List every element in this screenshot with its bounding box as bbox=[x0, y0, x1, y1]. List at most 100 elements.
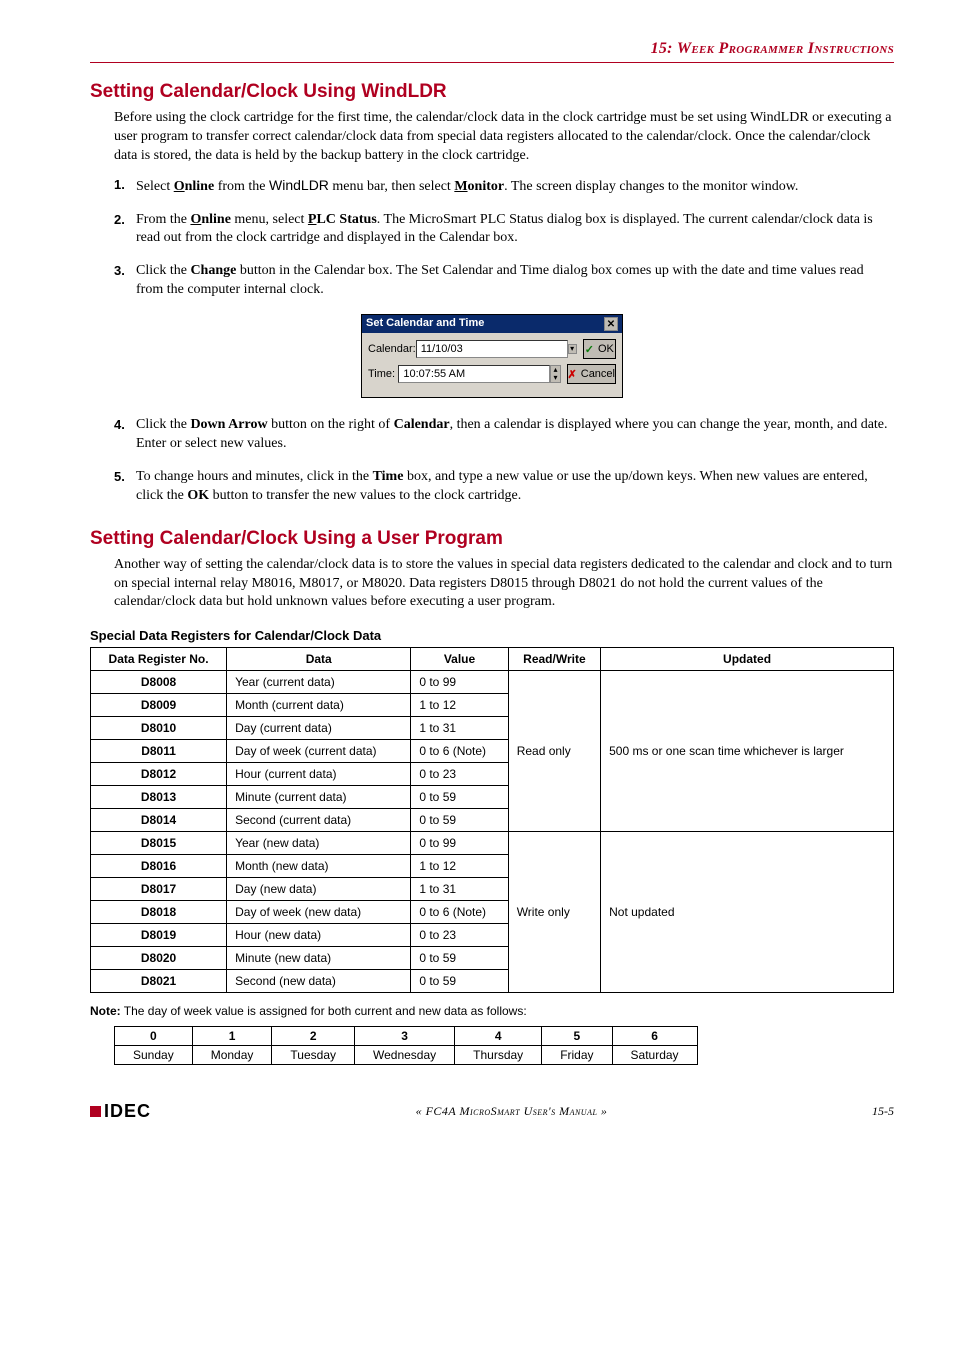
cell-value: 0 to 23 bbox=[411, 763, 508, 786]
calendar-input[interactable] bbox=[416, 340, 568, 358]
table-row: D8015 Year (new data) 0 to 99Write only … bbox=[91, 832, 894, 855]
check-icon: ✓ bbox=[585, 343, 594, 356]
cell-data: Day of week (new data) bbox=[227, 901, 411, 924]
registers-table: Data Register No. Data Value Read/Write … bbox=[90, 647, 894, 993]
cell-data: Day (current data) bbox=[227, 717, 411, 740]
dow-day: Sunday bbox=[115, 1045, 193, 1064]
page-footer: IDEC « FC4A MicroSmart User's Manual » 1… bbox=[90, 1101, 894, 1122]
dow-num: 1 bbox=[192, 1026, 272, 1045]
set-calendar-dialog: Set Calendar and Time ✕ Calendar: ▾ ✓OK … bbox=[361, 314, 623, 398]
table-row: 0123456 bbox=[115, 1026, 698, 1045]
dialog-titlebar: Set Calendar and Time ✕ bbox=[362, 315, 622, 333]
logo-square-icon bbox=[90, 1106, 101, 1117]
section1-title: Setting Calendar/Clock Using WindLDR bbox=[90, 81, 894, 103]
header-rule bbox=[90, 62, 894, 63]
dow-day: Monday bbox=[192, 1045, 272, 1064]
cell-value: 1 to 12 bbox=[411, 855, 508, 878]
cell-register: D8008 bbox=[91, 671, 227, 694]
dow-day: Thursday bbox=[455, 1045, 542, 1064]
cell-register: D8019 bbox=[91, 924, 227, 947]
cell-data: Hour (new data) bbox=[227, 924, 411, 947]
cell-data: Minute (current data) bbox=[227, 786, 411, 809]
cell-data: Hour (current data) bbox=[227, 763, 411, 786]
cell-register: D8014 bbox=[91, 809, 227, 832]
cell-data: Day of week (current data) bbox=[227, 740, 411, 763]
cell-data: Day (new data) bbox=[227, 878, 411, 901]
cell-value: 0 to 99 bbox=[411, 671, 508, 694]
cell-value: 0 to 59 bbox=[411, 786, 508, 809]
step-3: 3. Click the Change button in the Calend… bbox=[114, 262, 894, 300]
idec-logo: IDEC bbox=[90, 1101, 151, 1122]
cell-readwrite: Read only bbox=[508, 671, 600, 832]
cell-value: 1 to 12 bbox=[411, 694, 508, 717]
section2-title: Setting Calendar/Clock Using a User Prog… bbox=[90, 528, 894, 550]
note: Note: The day of week value is assigned … bbox=[90, 1003, 894, 1019]
table-row: D8008 Year (current data) 0 to 99Read on… bbox=[91, 671, 894, 694]
calendar-label: Calendar: bbox=[368, 343, 416, 355]
cell-register: D8011 bbox=[91, 740, 227, 763]
cell-register: D8015 bbox=[91, 832, 227, 855]
col-register: Data Register No. bbox=[91, 648, 227, 671]
cell-register: D8009 bbox=[91, 694, 227, 717]
cell-value: 0 to 99 bbox=[411, 832, 508, 855]
dow-day: Wednesday bbox=[355, 1045, 455, 1064]
dialog-title: Set Calendar and Time bbox=[366, 317, 484, 331]
cell-data: Year (new data) bbox=[227, 832, 411, 855]
chapter-header: 15: Week Programmer Instructions bbox=[90, 40, 894, 58]
cell-value: 0 to 59 bbox=[411, 809, 508, 832]
cell-value: 0 to 59 bbox=[411, 970, 508, 993]
cell-value: 1 to 31 bbox=[411, 717, 508, 740]
cell-data: Month (current data) bbox=[227, 694, 411, 717]
dow-num: 6 bbox=[612, 1026, 697, 1045]
step-2: 2. From the Online menu, select PLC Stat… bbox=[114, 211, 894, 249]
cell-data: Second (current data) bbox=[227, 809, 411, 832]
table-heading: Special Data Registers for Calendar/Cloc… bbox=[90, 628, 894, 643]
cell-value: 1 to 31 bbox=[411, 878, 508, 901]
cell-data: Year (current data) bbox=[227, 671, 411, 694]
calendar-dropdown[interactable]: ▾ bbox=[568, 344, 577, 354]
cell-value: 0 to 23 bbox=[411, 924, 508, 947]
cell-readwrite: Write only bbox=[508, 832, 600, 993]
time-label: Time: bbox=[368, 368, 398, 380]
dow-num: 3 bbox=[355, 1026, 455, 1045]
time-spinner[interactable]: ▴▾ bbox=[550, 365, 560, 383]
cell-value: 0 to 6 (Note) bbox=[411, 901, 508, 924]
dow-num: 2 bbox=[272, 1026, 355, 1045]
step-1: 1. Select Online from the WindLDR menu b… bbox=[114, 176, 894, 197]
dow-day: Tuesday bbox=[272, 1045, 355, 1064]
cell-register: D8010 bbox=[91, 717, 227, 740]
cell-data: Second (new data) bbox=[227, 970, 411, 993]
cell-register: D8017 bbox=[91, 878, 227, 901]
cell-updated: 500 ms or one scan time whichever is lar… bbox=[601, 671, 894, 832]
cell-data: Month (new data) bbox=[227, 855, 411, 878]
cancel-button[interactable]: ✗Cancel bbox=[567, 364, 616, 384]
cell-register: D8013 bbox=[91, 786, 227, 809]
table-header-row: Data Register No. Data Value Read/Write … bbox=[91, 648, 894, 671]
cell-value: 0 to 59 bbox=[411, 947, 508, 970]
x-icon: ✗ bbox=[568, 368, 577, 381]
cell-data: Minute (new data) bbox=[227, 947, 411, 970]
cell-register: D8016 bbox=[91, 855, 227, 878]
time-input[interactable] bbox=[398, 365, 550, 383]
cell-register: D8020 bbox=[91, 947, 227, 970]
ok-button[interactable]: ✓OK bbox=[583, 339, 616, 359]
col-data: Data bbox=[227, 648, 411, 671]
cell-register: D8012 bbox=[91, 763, 227, 786]
cell-register: D8021 bbox=[91, 970, 227, 993]
close-icon[interactable]: ✕ bbox=[604, 317, 618, 331]
col-updated: Updated bbox=[601, 648, 894, 671]
step-5: 5. To change hours and minutes, click in… bbox=[114, 468, 894, 506]
table-row: SundayMondayTuesdayWednesdayThursdayFrid… bbox=[115, 1045, 698, 1064]
dow-num: 5 bbox=[542, 1026, 612, 1045]
cell-updated: Not updated bbox=[601, 832, 894, 993]
col-value: Value bbox=[411, 648, 508, 671]
chevron-down-icon: ▾ bbox=[551, 374, 559, 382]
page-number: 15-5 bbox=[872, 1104, 894, 1119]
section2-intro: Another way of setting the calendar/cloc… bbox=[114, 556, 894, 613]
manual-title: « FC4A MicroSmart User's Manual » bbox=[416, 1104, 608, 1119]
cell-register: D8018 bbox=[91, 901, 227, 924]
chevron-down-icon: ▾ bbox=[569, 345, 576, 353]
dow-num: 4 bbox=[455, 1026, 542, 1045]
col-readwrite: Read/Write bbox=[508, 648, 600, 671]
section1-intro: Before using the clock cartridge for the… bbox=[114, 109, 894, 166]
